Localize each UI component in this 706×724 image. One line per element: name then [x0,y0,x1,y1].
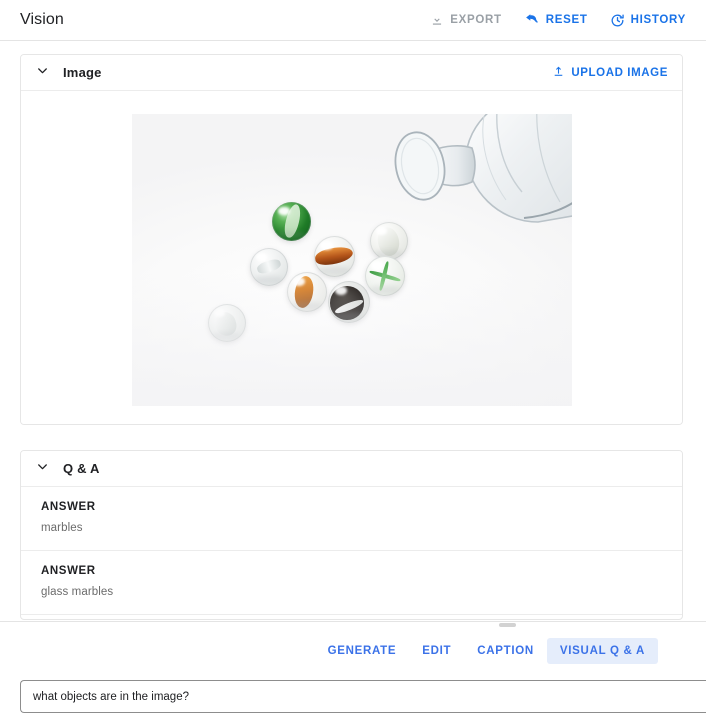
prompt-area [20,680,706,713]
reset-label: RESET [545,14,588,26]
answer-text: marbles [41,522,83,534]
answer-text: glass marbles [41,586,114,598]
export-button[interactable]: EXPORT [419,0,513,40]
header-actions: EXPORT RESET HISTORY [419,0,706,40]
upload-image-label: UPLOAD IMAGE [571,66,668,79]
marble-orange-swirl-top [313,236,355,277]
glass-goblet-object [388,114,572,238]
marble-clear-white [249,248,288,286]
undo-arrow-icon [524,13,540,27]
list-item: ANSWER glass marbles [21,551,682,615]
qa-card-title: Q & A [63,461,100,476]
list-item: ANSWER marbles [21,487,682,551]
reset-button[interactable]: RESET [513,0,599,40]
mode-tabs: GENERATE EDIT CAPTION VISUAL Q & A [0,630,706,672]
vision-app: Vision EXPORT RESET HISTORY Image UPLOAD… [0,0,706,724]
history-button[interactable]: HISTORY [599,0,706,40]
panel-resize-handle[interactable] [499,623,516,627]
answer-label: ANSWER [41,501,96,513]
image-card-header: Image UPLOAD IMAGE [21,55,682,91]
page-title: Vision [20,11,64,28]
image-collapse-toggle[interactable] [21,64,63,82]
chevron-down-icon [36,460,49,478]
image-card: Image UPLOAD IMAGE [20,54,683,425]
tab-edit[interactable]: EDIT [409,638,464,664]
marble-white-cream [369,222,408,260]
tab-visual-q-a[interactable]: VISUAL Q & A [546,638,658,664]
qa-card-header: Q & A [21,451,682,487]
marble-grey-clear [207,304,246,342]
panel-divider [0,621,706,622]
answer-label: ANSWER [41,565,96,577]
marble-green-cross [364,256,405,296]
history-label: HISTORY [630,14,686,26]
tab-caption[interactable]: CAPTION [464,638,547,664]
qa-collapse-toggle[interactable] [21,460,63,478]
app-header: Vision EXPORT RESET HISTORY [0,0,706,41]
prompt-input[interactable] [20,680,706,713]
clock-restore-icon [610,13,625,28]
upload-icon [552,65,565,81]
uploaded-photo[interactable] [131,114,572,406]
chevron-down-icon [36,64,49,82]
image-preview-area [21,91,682,424]
upload-image-button[interactable]: UPLOAD IMAGE [552,65,668,81]
marble-black-swirl [327,281,370,323]
tab-generate[interactable]: GENERATE [315,638,410,664]
marble-orange-swirl-low [286,272,327,312]
download-icon [430,13,444,27]
qa-card: Q & A ANSWER marbles ANSWER glass marble… [20,450,683,620]
export-label: EXPORT [450,14,502,26]
image-card-title: Image [63,65,102,80]
marble-green-swirl [271,202,311,241]
